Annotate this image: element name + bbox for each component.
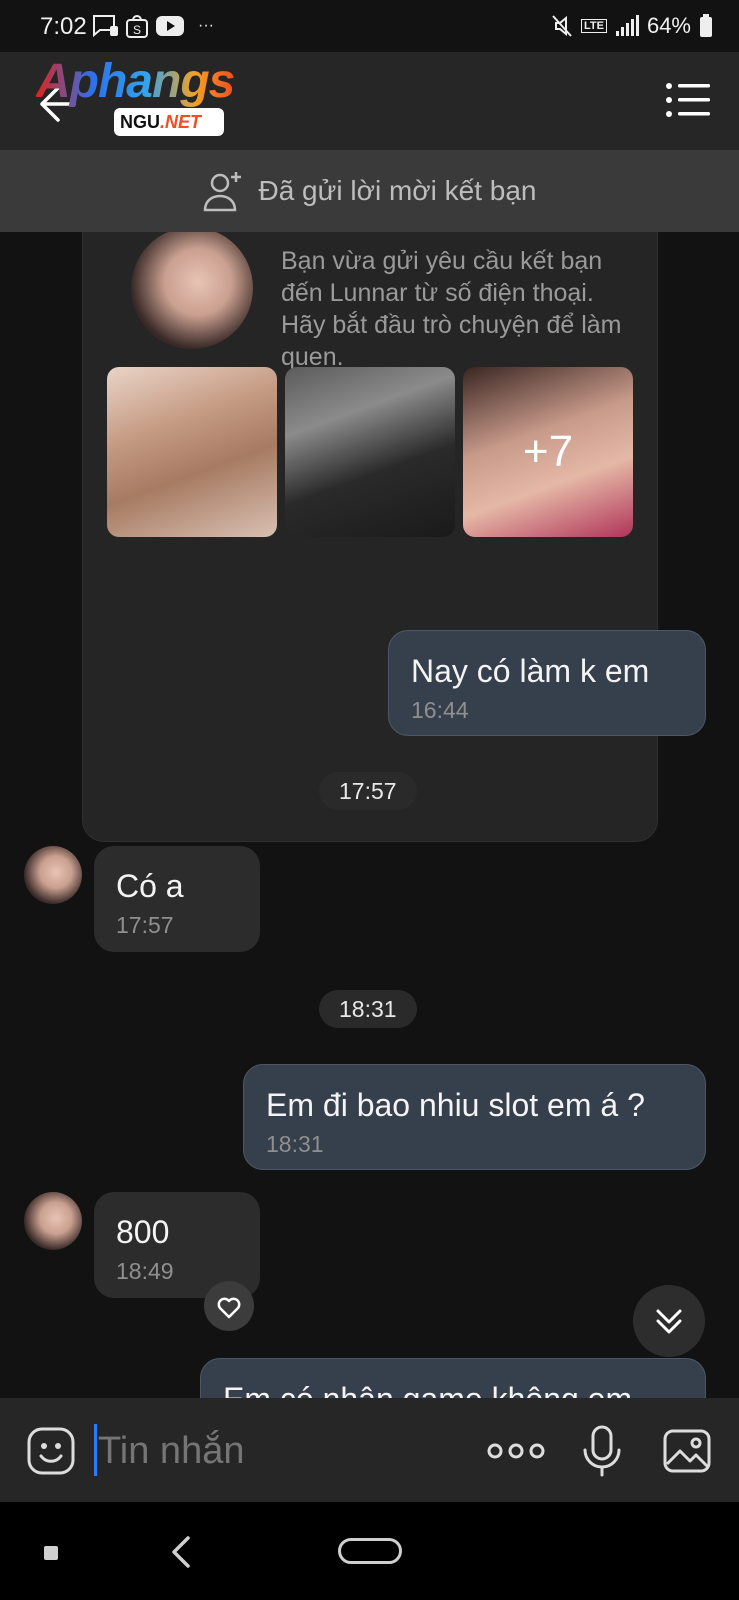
logo-badge: NGU.NET — [114, 108, 224, 136]
logo-badge-suffix: .NET — [160, 112, 202, 132]
message-alert-icon — [93, 15, 118, 38]
home-button[interactable] — [338, 1538, 402, 1564]
menu-button[interactable] — [664, 80, 712, 120]
scroll-to-bottom-button[interactable] — [633, 1285, 705, 1357]
emoji-button[interactable] — [26, 1426, 76, 1476]
contact-avatar[interactable] — [24, 1192, 82, 1250]
message-input-bar — [0, 1398, 739, 1502]
message-time: 18:31 — [266, 1131, 324, 1157]
svg-text:S: S — [133, 23, 141, 37]
chevron-left-icon — [172, 1536, 190, 1568]
profile-photo-1[interactable] — [107, 367, 277, 537]
message-input[interactable] — [96, 1424, 470, 1478]
image-button[interactable] — [662, 1426, 712, 1476]
status-bar: 7:02 S ··· LTE 64% — [0, 0, 739, 52]
status-time: 7:02 — [40, 13, 87, 40]
lte-indicator: LTE — [580, 19, 607, 33]
logo-badge-prefix: NGU — [120, 112, 160, 132]
more-dots-icon — [487, 1443, 545, 1459]
logo-brand-text: Aphangs — [36, 55, 235, 108]
message-text: Em có nhận game không em — [223, 1379, 683, 1398]
message-bubble-outgoing[interactable]: Em đi bao nhiu slot em á ? 18:31 — [243, 1064, 706, 1170]
friend-request-bar[interactable]: Đã gửi lời mời kết bạn — [0, 150, 739, 232]
nav-back-button[interactable] — [166, 1532, 196, 1572]
profile-name: Lunnar — [281, 232, 396, 240]
time-divider: 18:31 — [319, 990, 417, 1028]
signal-icon — [615, 15, 639, 36]
list-menu-icon — [666, 83, 710, 117]
watermark-logo: Aphangs NGU.NET — [36, 54, 266, 140]
image-icon — [663, 1429, 711, 1473]
contact-avatar[interactable] — [24, 846, 82, 904]
profile-card: Lunnar Bạn vừa gửi yêu cầu kết bạn đến L… — [82, 232, 658, 842]
more-options-button[interactable] — [486, 1436, 546, 1466]
message-text: Em đi bao nhiu slot em á ? — [266, 1087, 645, 1123]
chat-area[interactable]: Lunnar Bạn vừa gửi yêu cầu kết bạn đến L… — [0, 232, 739, 1398]
shopee-icon: S — [126, 15, 148, 38]
battery-percent: 64% — [646, 13, 691, 38]
message-text: 800 — [116, 1214, 170, 1250]
message-bubble-outgoing[interactable]: Em có nhận game không em — [200, 1358, 706, 1398]
emoji-icon — [27, 1427, 75, 1475]
profile-avatar[interactable] — [131, 232, 253, 349]
message-bubble-incoming[interactable]: Có a 17:57 — [94, 846, 260, 952]
add-user-icon — [204, 172, 242, 212]
recents-button[interactable] — [44, 1546, 58, 1560]
double-chevron-down-icon — [656, 1309, 682, 1334]
message-time: 16:44 — [411, 697, 469, 723]
battery-icon — [700, 14, 712, 37]
heart-icon — [217, 1297, 241, 1319]
time-divider: 17:57 — [319, 772, 417, 810]
profile-description: Bạn vừa gửi yêu cầu kết bạn đến Lunnar t… — [281, 247, 622, 371]
profile-photo-2[interactable] — [285, 367, 455, 537]
status-more: ··· — [198, 17, 214, 34]
profile-photo-3[interactable]: +7 — [463, 367, 633, 537]
react-heart-button[interactable] — [204, 1281, 254, 1331]
system-nav-bar — [0, 1502, 739, 1600]
friend-request-text: Đã gửi lời mời kết bạn — [258, 175, 537, 206]
more-photos-count: +7 — [522, 427, 574, 476]
microphone-icon — [583, 1425, 621, 1477]
mute-icon — [552, 15, 572, 37]
message-text: Nay có làm k em — [411, 653, 650, 689]
message-time: 17:57 — [116, 912, 174, 938]
voice-button[interactable] — [580, 1424, 624, 1478]
message-text: Có a — [116, 868, 184, 904]
message-bubble-outgoing[interactable]: Nay có làm k em 16:44 — [388, 630, 706, 736]
youtube-icon — [156, 16, 184, 36]
